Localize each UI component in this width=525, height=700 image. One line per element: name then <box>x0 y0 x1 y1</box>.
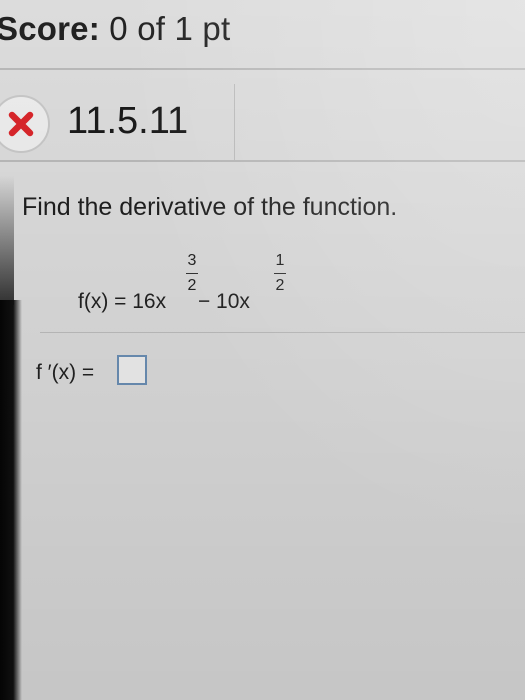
exponent-1-numerator: 3 <box>187 252 197 269</box>
exponent-fraction-2: 1 2 <box>274 253 286 294</box>
answer-input[interactable] <box>117 355 147 385</box>
fraction-bar <box>274 273 286 274</box>
question-prompt: Find the derivative of the function. <box>22 193 398 221</box>
divider <box>40 332 525 333</box>
function-expression: f(x) = 16x − 10x <box>78 290 250 314</box>
divider <box>0 68 525 70</box>
photo-shadow-edge <box>0 300 22 700</box>
exponent-2-denominator: 2 <box>275 277 285 294</box>
function-term-2: − 10x <box>192 290 250 313</box>
photo-shadow-top <box>0 175 14 305</box>
fraction-bar <box>186 273 198 274</box>
divider <box>0 160 525 162</box>
vertical-divider <box>234 84 235 162</box>
x-icon <box>0 95 50 153</box>
answer-label: f ′(x) = <box>36 361 95 384</box>
score-display: Score: 0 of 1 pt <box>0 10 230 48</box>
exponent-2-numerator: 1 <box>275 252 285 269</box>
exponent-fraction-1: 3 2 <box>186 253 198 294</box>
question-number: 11.5.11 <box>67 100 189 142</box>
score-value: 0 of 1 pt <box>109 10 231 47</box>
score-label: Score: <box>0 10 100 47</box>
function-term-1: f(x) = 16x <box>78 290 167 313</box>
